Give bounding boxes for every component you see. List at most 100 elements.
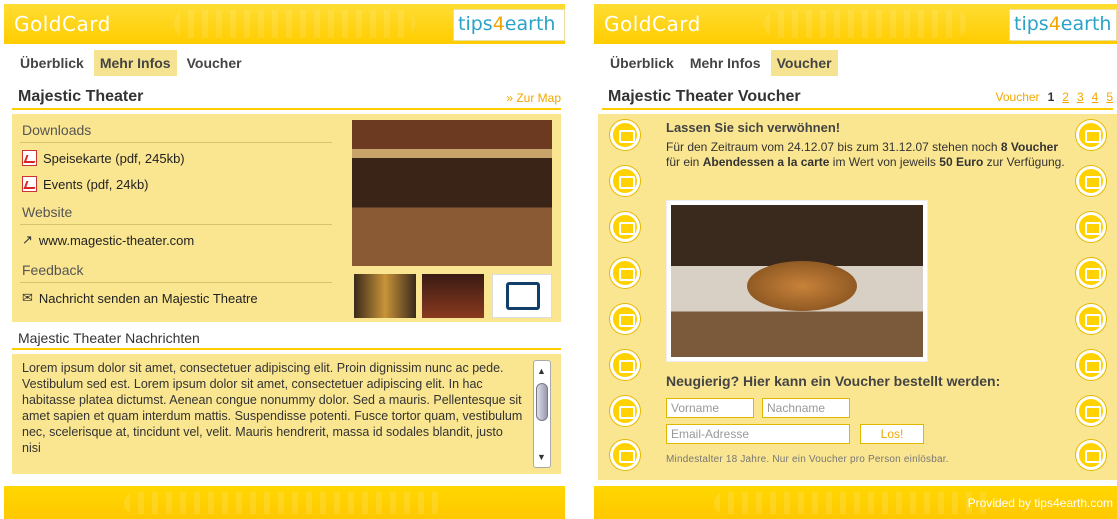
film-icon xyxy=(506,282,540,310)
page-title: Majestic Theater Voucher xyxy=(608,88,801,105)
desc-part: Voucher xyxy=(1010,140,1059,154)
voucher-panel: Lassen Sie sich verwöhnen! Für den Zeitr… xyxy=(598,114,1117,480)
last-name-input[interactable]: Nachname xyxy=(762,398,850,418)
map-link[interactable]: » Zur Map xyxy=(506,91,561,105)
page-2[interactable]: 2 xyxy=(1062,90,1069,104)
info-panel: Downloads Speisekarte (pdf, 245kb) Event… xyxy=(12,114,561,322)
brand-four: 4 xyxy=(492,13,505,35)
gift-coin-icon xyxy=(1076,396,1106,426)
gift-coin-icon xyxy=(1076,440,1106,470)
gift-coin-icon xyxy=(1076,304,1106,334)
gift-coin-icon xyxy=(610,350,640,380)
feedback-link[interactable]: ✉ Nachricht senden an Majestic Theatre xyxy=(22,290,258,306)
info-card: GoldCard tips4earth Überblick Mehr Infos… xyxy=(4,0,565,519)
email-input[interactable]: Email-Adresse xyxy=(666,424,850,444)
website-link[interactable]: ↗ www.magestic-theater.com xyxy=(22,232,194,248)
voucher-card: GoldCard tips4earth Überblick Mehr Infos… xyxy=(594,0,1117,519)
pager-label: Voucher xyxy=(995,90,1040,104)
footer-bar: Provided by tips4earth.com xyxy=(594,486,1117,519)
goldcard-logo: GoldCard xyxy=(14,12,111,36)
gift-coin-icon xyxy=(1076,166,1106,196)
brand-earth: earth xyxy=(504,13,556,35)
gift-coin-icon xyxy=(610,212,640,242)
news-heading-bar: Majestic Theater Nachrichten xyxy=(12,328,561,350)
website-label: www.magestic-theater.com xyxy=(38,232,195,248)
scroll-down-icon[interactable]: ▼ xyxy=(537,449,546,465)
gift-coin-icon xyxy=(1076,350,1106,380)
page-3[interactable]: 3 xyxy=(1077,90,1084,104)
desc-part: für ein xyxy=(666,155,700,169)
brand-tips: tips xyxy=(458,13,493,35)
page-title: Majestic Theater xyxy=(18,88,144,105)
news-heading: Majestic Theater Nachrichten xyxy=(18,330,200,346)
footer-wave xyxy=(124,492,445,514)
header-bar: GoldCard tips4earth xyxy=(594,4,1117,44)
voucher-headline: Lassen Sie sich verwöhnen! xyxy=(666,120,841,135)
gift-coin-icon xyxy=(610,396,640,426)
feedback-heading: Feedback xyxy=(22,262,84,278)
dish-photo xyxy=(666,200,928,362)
tab-overview[interactable]: Überblick xyxy=(14,50,90,76)
download-events-label: Events (pdf, 24kb) xyxy=(43,176,149,192)
tips4earth-logo[interactable]: tips4earth xyxy=(1009,9,1117,41)
tab-more-info[interactable]: Mehr Infos xyxy=(93,50,177,76)
tips4earth-logo[interactable]: tips4earth xyxy=(453,9,565,41)
desc-part: im Wert von jeweils xyxy=(832,155,936,169)
order-heading: Neugierig? Hier kann ein Voucher bestell… xyxy=(666,373,1001,389)
voucher-description: Für den Zeitraum vom 24.12.07 bis zum 31… xyxy=(666,140,1070,170)
downloads-heading: Downloads xyxy=(22,122,92,138)
divider xyxy=(20,282,332,283)
tab-overview[interactable]: Überblick xyxy=(604,50,680,76)
gift-coin-icon xyxy=(1076,258,1106,288)
divider xyxy=(20,224,332,225)
desc-value: 50 Euro xyxy=(939,155,984,169)
external-link-icon: ↗ xyxy=(22,232,33,247)
voucher-pager: Voucher 1 2 3 4 5 xyxy=(996,90,1113,104)
scroll-thumb[interactable] xyxy=(536,383,548,421)
page-4[interactable]: 4 xyxy=(1092,90,1099,104)
gift-coin-icon xyxy=(610,440,640,470)
theater-photo[interactable] xyxy=(352,120,552,266)
brand-tips: tips xyxy=(1014,13,1049,35)
video-thumbnail[interactable] xyxy=(492,274,552,318)
scroll-up-icon[interactable]: ▲ xyxy=(537,363,546,379)
thumbnail-2[interactable] xyxy=(422,274,484,318)
feedback-label: Nachricht senden an Majestic Theatre xyxy=(38,290,258,306)
download-menu-label: Speisekarte (pdf, 245kb) xyxy=(43,150,185,166)
pdf-icon xyxy=(22,150,37,166)
download-menu-link[interactable]: Speisekarte (pdf, 245kb) xyxy=(22,150,185,166)
gift-coin-icon xyxy=(1076,212,1106,242)
thumbnail-1[interactable] xyxy=(354,274,416,318)
website-heading: Website xyxy=(22,204,73,220)
envelope-icon: ✉ xyxy=(22,290,33,305)
divider xyxy=(20,142,332,143)
provided-by-link[interactable]: Provided by tips4earth.com xyxy=(968,496,1113,510)
footer-bar xyxy=(4,486,565,519)
footer-wave xyxy=(714,492,997,514)
news-box: Lorem ipsum dolor sit amet, consectetuer… xyxy=(12,354,561,474)
age-note: Mindestalter 18 Jahre. Nur ein Voucher p… xyxy=(666,454,949,465)
page-5[interactable]: 5 xyxy=(1106,90,1113,104)
tab-bar: Überblick Mehr Infos Voucher xyxy=(604,50,838,76)
brand-earth: earth xyxy=(1060,13,1112,35)
tab-more-info[interactable]: Mehr Infos xyxy=(684,50,767,76)
news-text: Lorem ipsum dolor sit amet, consectetuer… xyxy=(22,361,523,455)
gift-coin-icon xyxy=(610,258,640,288)
gift-coin-icon xyxy=(610,304,640,334)
tab-voucher[interactable]: Voucher xyxy=(770,50,838,76)
page-1[interactable]: 1 xyxy=(1048,90,1055,104)
gift-coin-icon xyxy=(610,166,640,196)
first-name-input[interactable]: Vorname xyxy=(666,398,754,418)
pdf-icon xyxy=(22,176,37,192)
submit-button[interactable]: Los! xyxy=(860,424,924,444)
brand-four: 4 xyxy=(1048,13,1061,35)
header-bar: GoldCard tips4earth xyxy=(4,4,565,44)
gift-coin-icon xyxy=(1076,120,1106,150)
news-scrollbar[interactable]: ▲ ▼ xyxy=(533,360,551,468)
gift-coin-icon xyxy=(610,120,640,150)
tab-voucher[interactable]: Voucher xyxy=(181,50,248,76)
header-wave xyxy=(174,10,415,38)
download-events-link[interactable]: Events (pdf, 24kb) xyxy=(22,176,149,192)
food-item xyxy=(747,261,857,311)
title-bar: Majestic Theater » Zur Map xyxy=(12,86,561,110)
